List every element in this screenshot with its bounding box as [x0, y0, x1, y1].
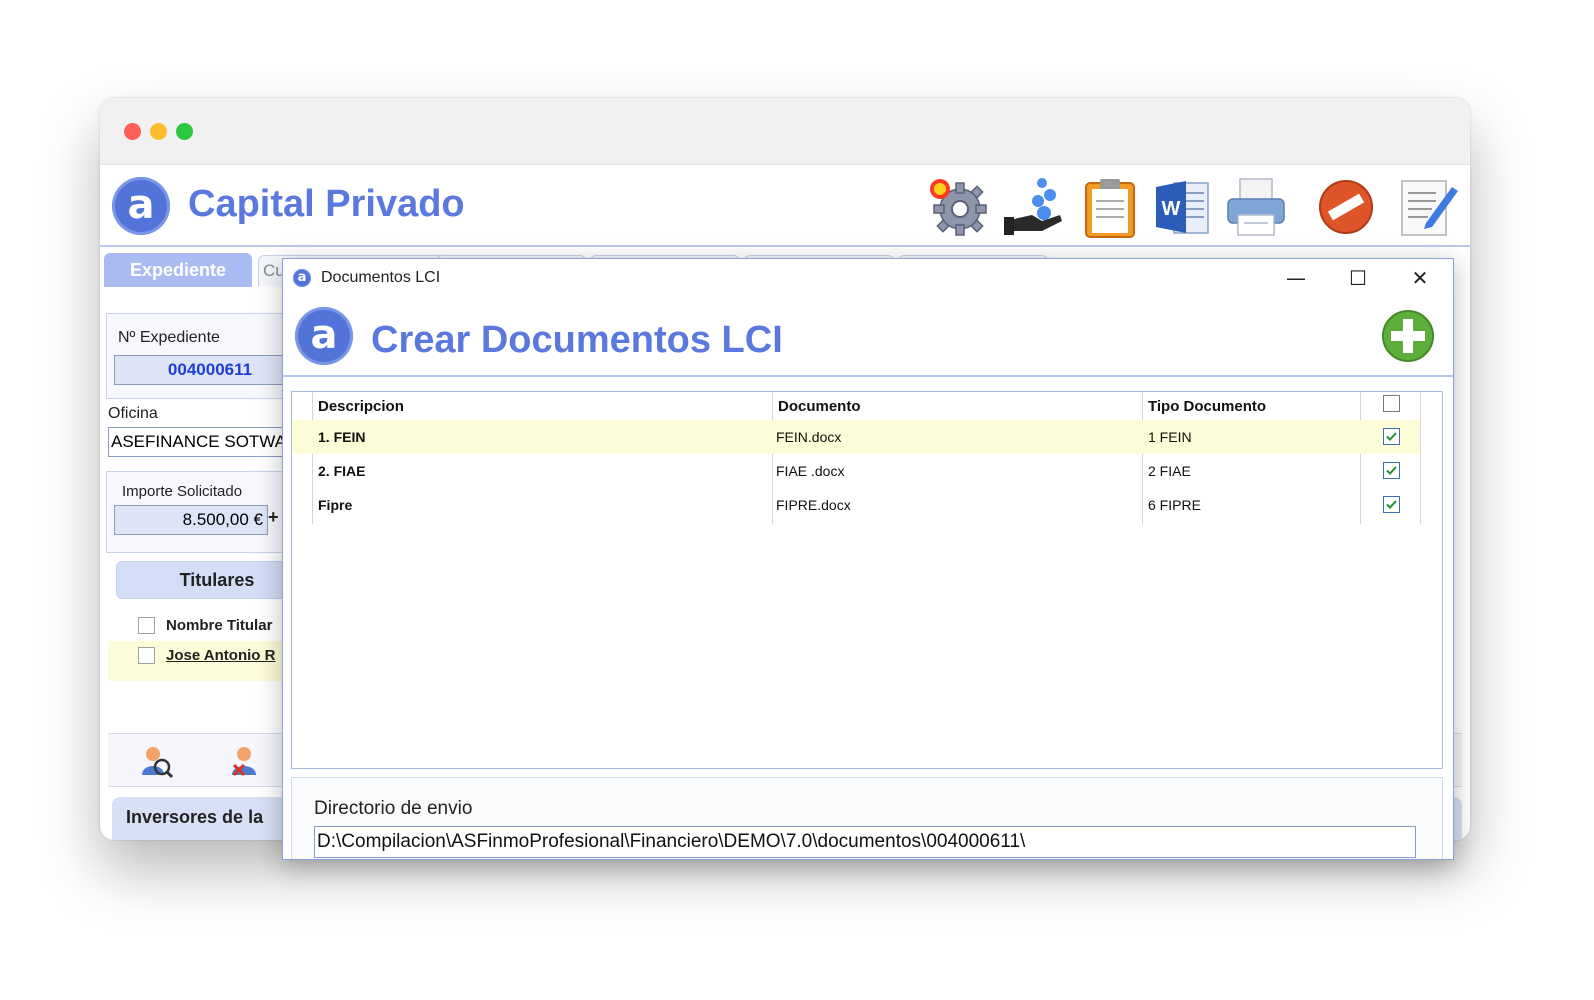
- edit-note-icon[interactable]: [1396, 175, 1460, 239]
- table-row[interactable]: 2. FIAE FIAE .docx 2 FIAE: [292, 454, 1420, 488]
- window-titlebar: [100, 98, 1470, 165]
- row-descripcion: Fipre: [318, 497, 353, 513]
- search-user-icon[interactable]: [138, 743, 174, 779]
- inversores-label: Inversores de la: [126, 807, 264, 827]
- col-tipo-documento[interactable]: Tipo Documento: [1148, 398, 1266, 415]
- documents-grid: Descripcion Documento Tipo Documento 1. …: [291, 391, 1443, 769]
- app-title: Capital Privado: [188, 183, 465, 225]
- dialog-title: Documentos LCI: [321, 269, 441, 286]
- row-checkbox[interactable]: [1383, 428, 1400, 445]
- importe-label: Importe Solicitado: [122, 483, 243, 500]
- add-icon[interactable]: [1381, 309, 1435, 363]
- row-documento: FIAE .docx: [776, 463, 845, 479]
- table-row[interactable]: 1. FEIN FEIN.docx 1 FEIN: [292, 420, 1420, 454]
- row-documento: FIPRE.docx: [776, 497, 851, 513]
- dialog-app-icon: a: [293, 269, 311, 287]
- dialog-header: a Crear Documentos LCI: [283, 299, 1453, 377]
- app-header: a Capital Privado W: [100, 165, 1470, 247]
- titular-row-name[interactable]: Jose Antonio R: [166, 647, 275, 664]
- row-descripcion: 1. FEIN: [318, 429, 366, 445]
- no-entry-icon[interactable]: [1314, 175, 1378, 239]
- row-tipo: 2 FIAE: [1148, 463, 1191, 479]
- col-nombre-titular: Nombre Titular: [166, 617, 273, 634]
- dialog-minimize-button[interactable]: —: [1273, 263, 1319, 293]
- directorio-field[interactable]: D:\Compilacion\ASFinmoProfesional\Financ…: [314, 826, 1416, 858]
- titulares-header-checkbox[interactable]: [138, 617, 155, 634]
- row-tipo: 6 FIPRE: [1148, 497, 1201, 513]
- printer-icon[interactable]: [1224, 175, 1288, 239]
- row-checkbox[interactable]: [1383, 462, 1400, 479]
- documentos-lci-dialog: a Documentos LCI — ☐ ✕ a Crear Documento…: [282, 258, 1454, 860]
- titular-row-checkbox[interactable]: [138, 647, 155, 664]
- close-window-button[interactable]: [124, 123, 141, 140]
- row-checkbox[interactable]: [1383, 496, 1400, 513]
- remove-user-icon[interactable]: [226, 743, 262, 779]
- row-tipo: 1 FEIN: [1148, 429, 1192, 445]
- svg-text:W: W: [1162, 198, 1181, 220]
- money-hand-icon[interactable]: [1002, 175, 1066, 239]
- tab-expediente[interactable]: Expediente: [104, 253, 252, 287]
- importe-plus[interactable]: +: [268, 507, 279, 528]
- minimize-window-button[interactable]: [150, 123, 167, 140]
- oficina-label: Oficina: [108, 405, 158, 422]
- row-documento: FEIN.docx: [776, 429, 842, 445]
- dialog-heading: Crear Documentos LCI: [371, 319, 783, 361]
- word-icon[interactable]: W: [1152, 175, 1216, 239]
- dialog-close-button[interactable]: ✕: [1397, 263, 1443, 293]
- row-descripcion: 2. FIAE: [318, 463, 366, 479]
- table-row[interactable]: Fipre FIPRE.docx 6 FIPRE: [292, 488, 1420, 522]
- select-all-checkbox[interactable]: [1383, 395, 1400, 412]
- app-logo: a: [112, 177, 170, 235]
- grid-header: Descripcion Documento Tipo Documento: [292, 392, 1442, 422]
- expediente-label: Nº Expediente: [118, 329, 220, 346]
- dialog-maximize-button[interactable]: ☐: [1335, 263, 1381, 293]
- dialog-titlebar: a Documentos LCI — ☐ ✕: [283, 259, 1453, 297]
- expediente-field[interactable]: 004000611: [114, 355, 306, 385]
- zoom-window-button[interactable]: [176, 123, 193, 140]
- directorio-group: Directorio de envio D:\Compilacion\ASFin…: [291, 777, 1443, 859]
- gear-icon[interactable]: [926, 175, 990, 239]
- col-documento[interactable]: Documento: [778, 398, 861, 415]
- col-descripcion[interactable]: Descripcion: [318, 398, 404, 415]
- directorio-label: Directorio de envio: [314, 798, 473, 819]
- importe-field[interactable]: 8.500,00 €: [114, 505, 268, 535]
- dialog-logo: a: [295, 307, 353, 365]
- clipboard-icon[interactable]: [1078, 175, 1142, 239]
